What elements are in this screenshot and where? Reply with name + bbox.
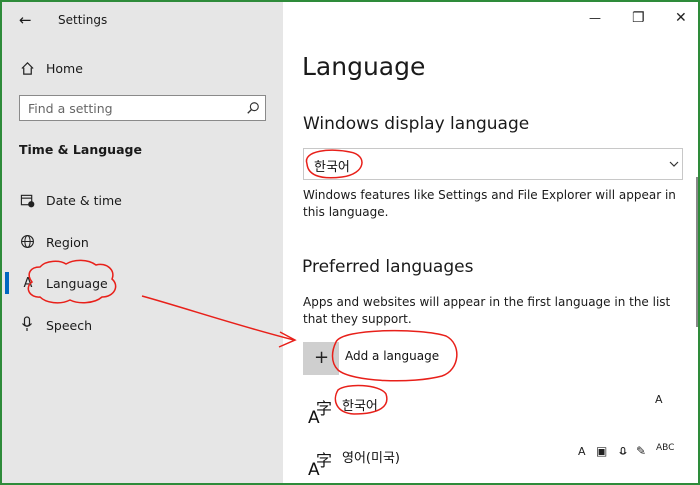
search-icon [246,101,260,115]
language-glyph-icon: 字 A [308,399,333,428]
search-placeholder: Find a setting [28,101,113,116]
sidebar: ← Settings Home Find a setting Time & La… [2,2,283,483]
add-language-plus-button[interactable]: + [303,342,339,375]
display-language-heading: Windows display language [303,114,530,134]
display-language-select[interactable]: 한국어 [303,148,683,180]
search-input[interactable]: Find a setting [19,95,266,121]
display-language-description: Windows features like Settings and File … [303,188,676,219]
sidebar-item-label: Language [46,276,108,291]
selection-indicator [5,272,9,294]
text-to-speech-feature-icon: A [655,393,663,406]
microphone-feature-icon [618,444,628,463]
sidebar-item-speech[interactable]: Speech [2,314,283,336]
home-nav-item[interactable]: Home [2,58,283,80]
display-language-value: 한국어 [314,160,350,175]
sidebar-item-label: Speech [46,318,93,333]
display-language-feature-icon: A [578,445,586,458]
window-title: Settings [58,13,108,27]
add-language-button[interactable]: Add a language [345,345,439,364]
scrollbar[interactable] [696,177,698,327]
globe-icon [19,233,35,249]
language-icon: A [23,275,33,291]
home-icon [19,60,35,76]
chevron-down-icon [668,158,680,170]
language-glyph-icon: 字 A [308,451,333,480]
microphone-icon [19,316,35,332]
spellcheck-feature-icon: ABC [656,443,675,453]
language-name: 한국어 [342,399,378,414]
sidebar-item-date-time[interactable]: Date & time [2,189,283,211]
restore-button[interactable]: ❐ [632,10,645,26]
plus-icon: + [314,347,330,368]
speech-feature-icon: ▣ [596,444,608,458]
sidebar-item-label: Region [46,235,89,250]
page-title: Language [302,52,426,81]
preferred-languages-heading: Preferred languages [302,257,474,277]
sidebar-item-language[interactable]: A Language [2,270,283,296]
language-row[interactable]: 字 A 영어(미국) A ▣ ✎ ABC [302,442,682,482]
handwriting-feature-icon: ✎ [636,444,647,458]
minimize-button[interactable]: — [589,11,601,25]
add-language-label: Add a language [345,349,440,363]
language-row[interactable]: 字 A 한국어 A [302,387,682,428]
close-button[interactable]: ✕ [675,10,687,26]
calendar-clock-icon [19,192,35,208]
preferred-languages-description: Apps and websites will appear in the fir… [303,295,671,326]
sidebar-item-label: Date & time [46,193,122,208]
settings-window: ← Settings Home Find a setting Time & La… [0,0,700,485]
home-label: Home [46,61,83,76]
language-name: 영어(미국) [342,451,400,466]
back-button[interactable]: ← [19,11,32,29]
sidebar-item-region[interactable]: Region [2,231,283,253]
section-title: Time & Language [19,142,142,157]
